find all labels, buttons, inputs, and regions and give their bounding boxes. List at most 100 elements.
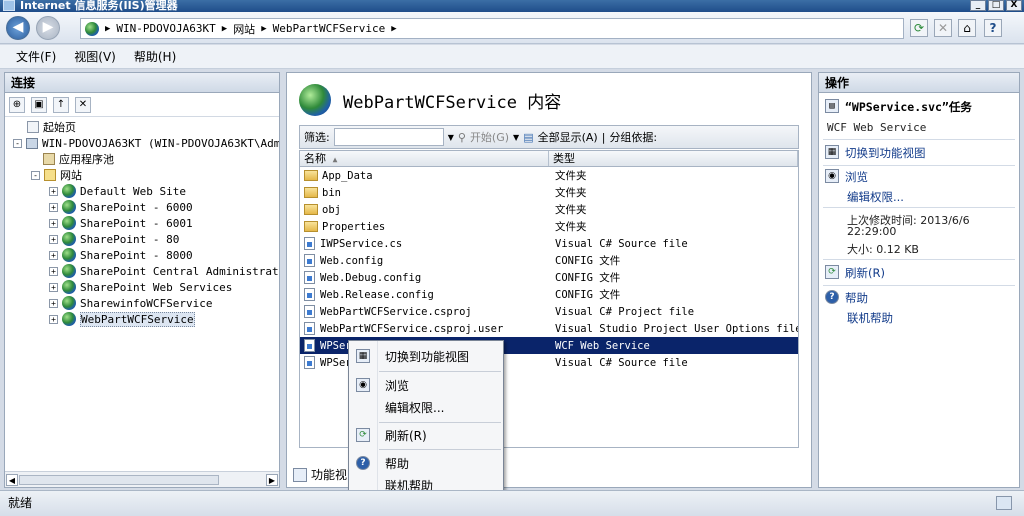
scroll-left-icon[interactable]: ◀ bbox=[6, 474, 18, 486]
breadcrumb-separator[interactable]: ▶ bbox=[391, 24, 396, 34]
ctx-edit-permissions[interactable]: 编辑权限... bbox=[349, 396, 503, 418]
breadcrumb-site[interactable]: WebPartWCFService bbox=[273, 22, 386, 35]
sort-ascending-icon: ▲ bbox=[332, 155, 338, 164]
expand-icon[interactable]: + bbox=[49, 250, 58, 260]
tree-node-site[interactable]: + SharewinfoWCFService bbox=[49, 295, 212, 311]
help-action[interactable]: ? 帮助 bbox=[825, 290, 868, 306]
item-name: Web.config bbox=[320, 254, 384, 267]
forward-button[interactable]: ▶ bbox=[36, 16, 60, 40]
tree-node-site[interactable]: + SharePoint - 8000 bbox=[49, 247, 193, 263]
breadcrumb-separator[interactable]: ▶ bbox=[222, 24, 227, 34]
actions-divider bbox=[823, 139, 1015, 140]
breadcrumb[interactable]: ▶ WIN-PDOVOJA63KT ▶ 网站 ▶ WebPartWCFServi… bbox=[80, 18, 904, 39]
refresh-action[interactable]: ⟳ 刷新(R) bbox=[825, 265, 885, 281]
connect-icon[interactable]: ⊕ bbox=[9, 96, 25, 113]
expand-icon[interactable]: + bbox=[49, 218, 58, 228]
expand-icon[interactable]: + bbox=[49, 202, 58, 212]
up-folder-icon[interactable]: ↑ bbox=[53, 96, 69, 113]
group-by-label[interactable]: 分组依据: bbox=[609, 129, 657, 145]
tree-node-site[interactable]: + SharePoint - 6000 bbox=[49, 199, 193, 215]
horizontal-scrollbar[interactable]: ◀ ▶ bbox=[5, 471, 279, 487]
ctx-help[interactable]: ? 帮助 bbox=[349, 452, 503, 474]
disconnect-icon[interactable]: ✕ bbox=[75, 96, 91, 113]
back-button[interactable]: ◀ bbox=[6, 16, 30, 40]
table-row[interactable]: WebPartWCFService.csproj Visual C# Projec… bbox=[300, 303, 798, 320]
menu-help[interactable]: 帮助(H) bbox=[134, 48, 176, 65]
column-header-name[interactable]: 名称 ▲ bbox=[300, 151, 549, 166]
website-globe-icon bbox=[62, 200, 76, 214]
ctx-switch-feature-view[interactable]: ▦ 切换到功能视图 bbox=[349, 345, 503, 367]
menu-view[interactable]: 视图(V) bbox=[74, 48, 116, 65]
tree-node-sites[interactable]: - 网站 bbox=[31, 167, 82, 183]
expand-icon[interactable]: + bbox=[49, 234, 58, 244]
table-row[interactable]: Web.Debug.config CONFIG 文件 bbox=[300, 269, 798, 286]
breadcrumb-separator[interactable]: ▶ bbox=[105, 24, 110, 34]
breadcrumb-separator[interactable]: ▶ bbox=[261, 24, 266, 34]
dropdown-arrow-icon[interactable]: ▼ bbox=[513, 133, 519, 142]
cell-name: bin bbox=[300, 187, 549, 199]
window-title-bar[interactable]: Internet 信息服务(IIS)管理器 _ □ X bbox=[0, 0, 1024, 12]
minimize-button[interactable]: _ bbox=[970, 0, 986, 11]
file-icon bbox=[304, 288, 315, 301]
actions-header: 操作 bbox=[819, 73, 1019, 93]
scroll-right-icon[interactable]: ▶ bbox=[266, 474, 278, 486]
expand-icon[interactable]: + bbox=[49, 266, 58, 276]
browse-action[interactable]: ◉ 浏览 bbox=[825, 169, 868, 185]
tree-node-site-selected[interactable]: + WebPartWCFService bbox=[49, 311, 195, 327]
breadcrumb-sites[interactable]: 网站 bbox=[233, 21, 255, 37]
table-row[interactable]: obj 文件夹 bbox=[300, 201, 798, 218]
expand-icon[interactable]: + bbox=[49, 186, 58, 196]
tree-node-site[interactable]: + SharePoint Central Administratio bbox=[49, 263, 279, 279]
table-row[interactable]: Web.config CONFIG 文件 bbox=[300, 252, 798, 269]
table-row[interactable]: Web.Release.config CONFIG 文件 bbox=[300, 286, 798, 303]
online-help-action[interactable]: 联机帮助 bbox=[847, 310, 893, 326]
maximize-button[interactable]: □ bbox=[988, 0, 1004, 11]
show-all-button[interactable]: 全部显示(A) bbox=[538, 129, 598, 145]
tree-node-label: WIN-PDOVOJA63KT (WIN-PDOVOJA63KT\Admin bbox=[42, 136, 279, 150]
edit-permissions-action[interactable]: 编辑权限... bbox=[847, 189, 904, 205]
website-globe-icon bbox=[62, 248, 76, 262]
stop-icon[interactable]: ✕ bbox=[934, 19, 952, 37]
expand-icon[interactable]: + bbox=[49, 314, 58, 324]
connections-header: 连接 bbox=[5, 73, 279, 93]
tree-node-server[interactable]: - WIN-PDOVOJA63KT (WIN-PDOVOJA63KT\Admin bbox=[13, 135, 279, 151]
home-icon[interactable]: ⌂ bbox=[958, 19, 976, 37]
tree-node-start-page[interactable]: 起始页 bbox=[27, 119, 76, 135]
collapse-icon[interactable]: - bbox=[31, 170, 40, 180]
table-row[interactable]: App_Data 文件夹 bbox=[300, 167, 798, 184]
cell-type: 文件夹 bbox=[555, 170, 587, 182]
tree-node-app-pools[interactable]: 应用程序池 bbox=[43, 151, 114, 167]
actions-divider bbox=[823, 259, 1015, 260]
table-row[interactable]: bin 文件夹 bbox=[300, 184, 798, 201]
breadcrumb-server[interactable]: WIN-PDOVOJA63KT bbox=[116, 22, 215, 35]
close-button[interactable]: X bbox=[1006, 0, 1022, 11]
tree-node-site[interactable]: + SharePoint - 6001 bbox=[49, 215, 193, 231]
expand-icon[interactable]: + bbox=[49, 298, 58, 308]
table-row[interactable]: Properties 文件夹 bbox=[300, 218, 798, 235]
collapse-icon[interactable]: - bbox=[13, 138, 22, 148]
dropdown-arrow-icon[interactable]: ▼ bbox=[448, 133, 454, 142]
tree-node-site[interactable]: + SharePoint Web Services bbox=[49, 279, 232, 295]
toolbar-separator: | bbox=[601, 130, 606, 144]
help-icon[interactable]: ? bbox=[984, 19, 1002, 37]
tree-node-site[interactable]: + Default Web Site bbox=[49, 183, 186, 199]
tree-node-label: SharewinfoWCFService bbox=[80, 296, 213, 310]
feature-view-icon: ▦ bbox=[356, 349, 370, 363]
table-row[interactable]: WebPartWCFService.csproj.user Visual Stud… bbox=[300, 320, 798, 337]
switch-feature-view-action[interactable]: ▦ 切换到功能视图 bbox=[825, 145, 926, 161]
start-filter-button[interactable]: 开始(G) bbox=[470, 129, 509, 145]
help-icon: ? bbox=[356, 456, 370, 470]
filter-input[interactable] bbox=[333, 128, 444, 146]
file-size: 大小: 0.12 KB bbox=[847, 243, 919, 256]
menu-file[interactable]: 文件(F) bbox=[16, 48, 56, 65]
cell-type: CONFIG 文件 bbox=[555, 289, 621, 301]
tree-node-site[interactable]: + SharePoint - 80 bbox=[49, 231, 179, 247]
column-header-type[interactable]: 类型 bbox=[549, 151, 798, 166]
expand-icon[interactable]: + bbox=[49, 282, 58, 292]
scrollbar-thumb[interactable] bbox=[19, 475, 219, 485]
table-row[interactable]: IWPService.cs Visual C# Source file bbox=[300, 235, 798, 252]
ctx-refresh[interactable]: ⟳ 刷新(R) bbox=[349, 424, 503, 446]
save-icon[interactable]: ▣ bbox=[31, 96, 47, 113]
refresh-icon[interactable]: ⟳ bbox=[910, 19, 928, 37]
ctx-browse[interactable]: ◉ 浏览 bbox=[349, 374, 503, 396]
